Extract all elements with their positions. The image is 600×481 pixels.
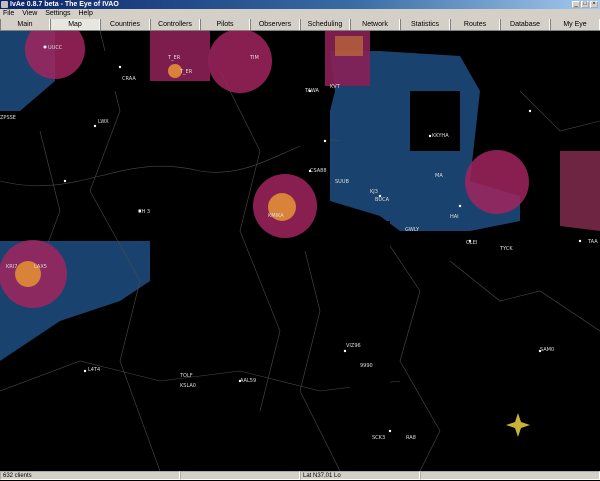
map-label[interactable]: TYCK — [500, 246, 513, 252]
map-label[interactable]: T_ER — [168, 55, 180, 61]
map-label[interactable]: GWLY — [405, 227, 419, 233]
map-label[interactable]: CRAA — [122, 76, 136, 82]
approach-circle — [465, 150, 529, 214]
star-marker-icon[interactable] — [506, 413, 530, 437]
map-label[interactable]: TIM — [250, 55, 259, 61]
tab-controllers[interactable]: Controllers — [150, 19, 200, 30]
aircraft-icon[interactable] — [43, 45, 47, 49]
map-label[interactable]: CH 3 — [138, 209, 150, 215]
aircraft-icon[interactable] — [428, 134, 432, 138]
client-count: 632 clients — [0, 471, 180, 480]
menu-bar: File View Settings Help — [0, 9, 600, 19]
aircraft-icon[interactable] — [343, 349, 347, 353]
map-label[interactable]: KRI7 — [6, 264, 17, 270]
map-label[interactable]: TAA — [588, 239, 598, 245]
tab-network[interactable]: Network — [350, 19, 400, 30]
tower-sector — [335, 36, 363, 56]
boundary-line — [0, 360, 401, 392]
menu-view[interactable]: View — [19, 9, 40, 19]
approach-circle — [208, 31, 272, 93]
map-label[interactable]: BUCA — [375, 197, 389, 203]
map-label[interactable]: KMIKA — [268, 213, 284, 219]
status-bar: 632 clients Lat N37,01 Lo — [0, 471, 600, 480]
map-label[interactable]: UUCC — [48, 45, 62, 51]
aircraft-icon[interactable] — [118, 65, 122, 69]
tab-statistics[interactable]: Statistics — [400, 19, 450, 30]
map-label[interactable]: HAI — [450, 214, 459, 220]
aircraft-icon[interactable] — [83, 369, 87, 373]
aircraft-icon[interactable] — [458, 204, 462, 208]
tab-bar: Main Map Countries Controllers Pilots Ob… — [0, 19, 600, 31]
map-label[interactable]: 9990 — [360, 363, 373, 369]
map-label[interactable]: T_ER — [180, 69, 192, 75]
boundary-line — [519, 90, 600, 132]
radar-map[interactable]: UUCC T_ER T_ER TIM CRAA LWX TAWA KVT ZPS… — [0, 31, 600, 471]
map-label[interactable]: KJ3 — [370, 189, 378, 195]
maximize-button[interactable]: □ — [581, 1, 589, 8]
tab-database[interactable]: Database — [500, 19, 550, 30]
tab-scheduling[interactable]: Scheduling — [300, 19, 350, 30]
map-label[interactable]: RA8 — [406, 435, 416, 441]
map-label[interactable]: KVT — [330, 84, 340, 90]
aircraft-icon[interactable] — [578, 239, 582, 243]
aircraft-icon[interactable] — [323, 139, 327, 143]
boundary-line — [219, 70, 281, 412]
map-label[interactable]: LWX — [98, 119, 109, 125]
title-bar: IvAe 0.8.7 beta - The Eye of IVAO _ □ × — [0, 0, 600, 9]
aircraft-icon[interactable] — [63, 179, 67, 183]
tab-pilots[interactable]: Pilots — [200, 19, 250, 30]
aircraft-icon[interactable] — [93, 124, 97, 128]
map-label[interactable]: CSA88 — [310, 168, 327, 174]
map-label[interactable]: TAWA — [305, 88, 319, 94]
coordinate-readout: Lat N37,01 Lo — [300, 471, 420, 480]
tab-map[interactable]: Map — [50, 19, 100, 30]
menu-help[interactable]: Help — [75, 9, 95, 19]
close-button[interactable]: × — [590, 1, 598, 8]
menu-file[interactable]: File — [0, 9, 17, 19]
map-label[interactable]: KSLA0 — [180, 383, 196, 389]
tab-countries[interactable]: Countries — [100, 19, 150, 30]
map-label[interactable]: OLEI — [466, 240, 477, 246]
aircraft-icon[interactable] — [388, 429, 392, 433]
map-label[interactable]: SUUB — [335, 179, 349, 185]
minimize-button[interactable]: _ — [572, 1, 580, 8]
map-label[interactable]: VIZ96 — [346, 343, 361, 349]
map-label[interactable]: MA — [435, 173, 443, 179]
menu-settings[interactable]: Settings — [42, 9, 73, 19]
app-icon — [1, 1, 8, 8]
tab-main[interactable]: Main — [0, 19, 50, 30]
boundary-line — [449, 260, 600, 332]
map-label[interactable]: TOLF — [180, 373, 193, 379]
tab-routes[interactable]: Routes — [450, 19, 500, 30]
map-label[interactable]: ZPSSE — [0, 115, 16, 121]
aircraft-icon[interactable] — [528, 109, 532, 113]
tab-my-eye[interactable]: My Eye — [550, 19, 600, 30]
map-label[interactable]: SAM0 — [540, 347, 554, 353]
tab-observers[interactable]: Observers — [250, 19, 300, 30]
status-panel — [420, 471, 600, 480]
boundary-line — [299, 230, 341, 471]
map-label[interactable]: L4T4 — [88, 367, 100, 373]
map-label[interactable]: LAX5 — [34, 264, 47, 270]
map-label[interactable]: SCK3 — [372, 435, 385, 441]
status-panel — [180, 471, 300, 480]
fir-sector-east — [560, 151, 600, 231]
map-label[interactable]: KKYHA — [432, 133, 449, 139]
map-label[interactable]: AAL59 — [240, 378, 256, 384]
window-title: IvAe 0.8.7 beta - The Eye of IVAO — [10, 1, 119, 8]
